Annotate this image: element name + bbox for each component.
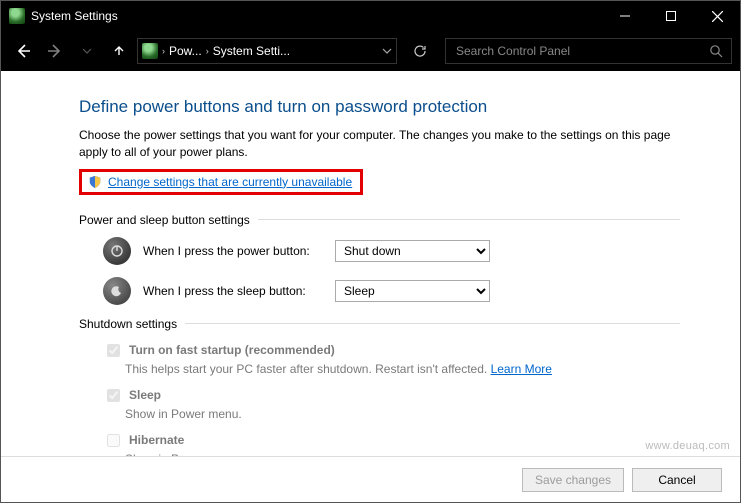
window: System Settings › P (0, 0, 741, 503)
app-icon (9, 8, 25, 24)
titlebar: System Settings (1, 1, 740, 31)
section-shutdown-settings: Shutdown settings (79, 317, 680, 331)
page-title: Define power buttons and turn on passwor… (79, 97, 680, 117)
back-arrow-icon (14, 42, 32, 60)
row-label: When I press the sleep button: (143, 284, 323, 298)
section-power-sleep-buttons: Power and sleep button settings (79, 213, 680, 227)
section-label: Power and sleep button settings (79, 213, 250, 227)
refresh-icon (413, 44, 427, 58)
content-area: Define power buttons and turn on passwor… (1, 71, 740, 456)
chevron-down-icon[interactable] (382, 46, 392, 56)
option-description: Show in Power menu. (125, 405, 680, 423)
footer: Save changes Cancel (1, 456, 740, 502)
hibernate-checkbox (107, 434, 120, 447)
chevron-down-icon (82, 46, 92, 56)
refresh-button[interactable] (407, 38, 433, 64)
highlight-annotation: Change settings that are currently unava… (79, 169, 363, 195)
option-label: Hibernate (129, 433, 184, 447)
option-hibernate: Hibernate Show in Power menu. (103, 431, 680, 456)
sleep-button-select[interactable]: Sleep (335, 280, 490, 302)
divider (185, 323, 680, 324)
breadcrumb-item[interactable]: Pow... (169, 44, 202, 58)
breadcrumb-icon (142, 43, 158, 59)
shield-icon (88, 175, 102, 189)
navbar: › Pow... › System Setti... (1, 31, 740, 71)
page-description: Choose the power settings that you want … (79, 127, 680, 161)
recent-dropdown[interactable] (73, 37, 101, 65)
sleep-checkbox (107, 389, 120, 402)
minimize-button[interactable] (602, 1, 648, 31)
section-label: Shutdown settings (79, 317, 177, 331)
change-settings-link[interactable]: Change settings that are currently unava… (108, 175, 352, 189)
close-button[interactable] (694, 1, 740, 31)
search-box[interactable] (445, 38, 732, 64)
up-arrow-icon (111, 43, 127, 59)
breadcrumb[interactable]: › Pow... › System Setti... (137, 38, 397, 64)
row-sleep-button: When I press the sleep button: Sleep (103, 277, 680, 305)
forward-button[interactable] (41, 37, 69, 65)
power-icon (103, 237, 131, 265)
chevron-right-icon: › (206, 46, 209, 56)
forward-arrow-icon (46, 42, 64, 60)
power-button-select[interactable]: Shut down (335, 240, 490, 262)
option-description: Show in Power menu. (125, 450, 680, 456)
row-power-button: When I press the power button: Shut down (103, 237, 680, 265)
option-label: Sleep (129, 388, 161, 402)
sleep-icon (103, 277, 131, 305)
option-fast-startup: Turn on fast startup (recommended) This … (103, 341, 680, 378)
option-label: Turn on fast startup (recommended) (129, 343, 335, 357)
breadcrumb-item[interactable]: System Setti... (213, 44, 290, 58)
close-icon (712, 11, 723, 22)
window-title: System Settings (31, 9, 602, 23)
maximize-icon (666, 11, 676, 21)
up-button[interactable] (105, 37, 133, 65)
row-label: When I press the power button: (143, 244, 323, 258)
fast-startup-checkbox (107, 344, 120, 357)
divider (258, 219, 680, 220)
watermark: www.deuaq.com (645, 440, 730, 452)
option-description: This helps start your PC faster after sh… (125, 362, 491, 376)
learn-more-link[interactable]: Learn More (491, 362, 552, 376)
minimize-icon (620, 11, 630, 21)
option-sleep: Sleep Show in Power menu. (103, 386, 680, 423)
save-button[interactable]: Save changes (522, 468, 624, 492)
search-icon (709, 44, 723, 58)
chevron-right-icon: › (162, 46, 165, 56)
maximize-button[interactable] (648, 1, 694, 31)
search-input[interactable] (454, 43, 709, 59)
cancel-button[interactable]: Cancel (632, 468, 722, 492)
back-button[interactable] (9, 37, 37, 65)
